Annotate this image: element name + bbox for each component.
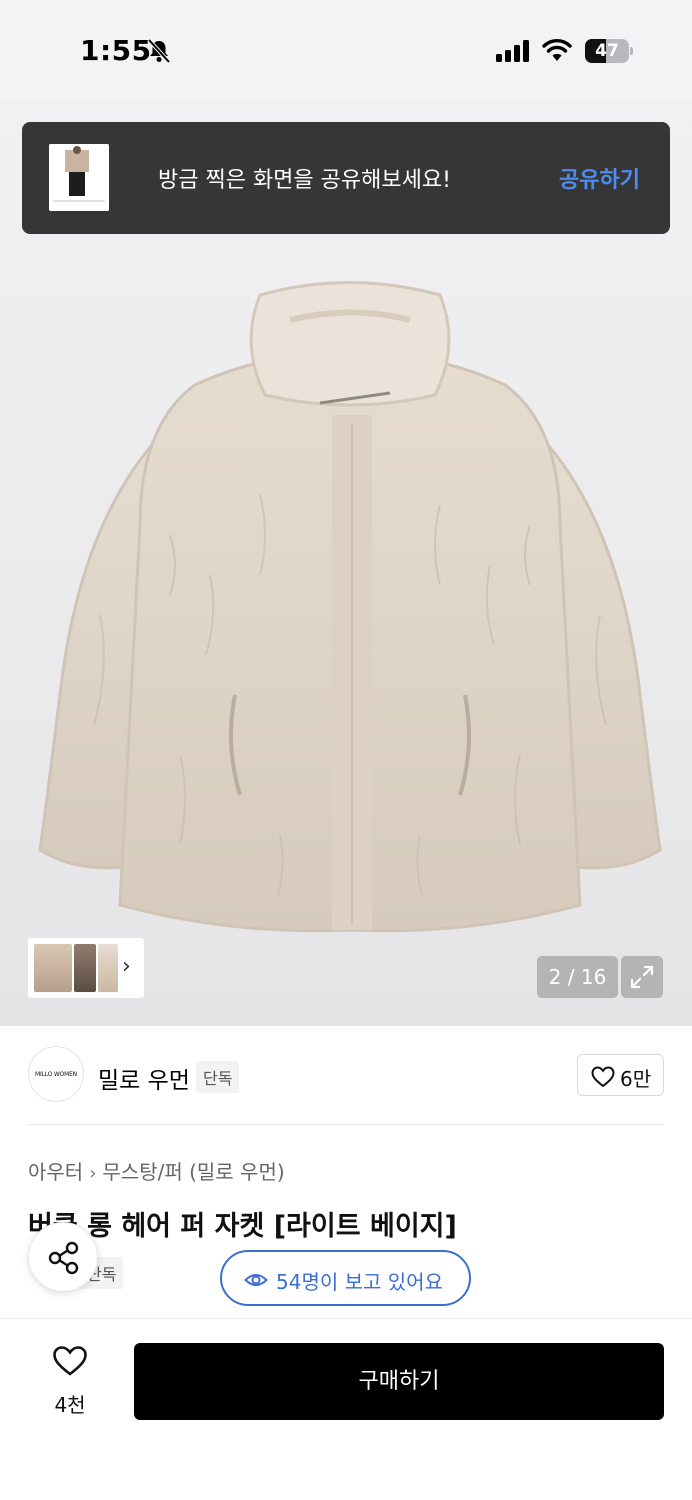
heart-outline-icon [591, 1066, 615, 1088]
status-bar: 1:55 47 [0, 0, 692, 100]
eye-icon [244, 1274, 268, 1286]
status-time: 1:55 [80, 34, 152, 67]
brand-logo[interactable]: MILLO WOMEN [28, 1046, 84, 1102]
thumbnail-3[interactable] [98, 944, 118, 992]
cellular-signal-icon [496, 40, 529, 62]
expand-icon [630, 965, 654, 989]
battery-indicator: 47 [585, 39, 633, 63]
share-button[interactable] [28, 1222, 98, 1292]
heart-outline-icon [53, 1346, 87, 1376]
chevron-right-icon: › [89, 1163, 97, 1184]
share-icon [48, 1241, 79, 1275]
thumbnail-strip[interactable]: › [28, 938, 144, 998]
bell-muted-icon [147, 38, 171, 64]
brand-like-count: 6만 [620, 1067, 652, 1091]
chevron-right-icon[interactable]: › [122, 954, 131, 979]
brand-row[interactable]: MILLO WOMEN 밀로 우먼 단독 6만 [28, 1046, 664, 1106]
exclusive-badge: 단독 [196, 1061, 240, 1093]
image-page-counter: 2 / 16 [537, 956, 618, 998]
divider [28, 1124, 664, 1125]
breadcrumb: 아우터 › 무스탕/퍼 (밀로 우먼) [28, 1156, 285, 1185]
expand-image-button[interactable] [621, 956, 663, 998]
bottom-action-bar: 4천 구매하기 [0, 1318, 692, 1500]
screenshot-thumbnail[interactable] [49, 144, 109, 211]
wishlist-button[interactable]: 4천 [40, 1345, 100, 1417]
toast-message: 방금 찍은 화면을 공유해보세요! [158, 168, 451, 193]
product-image[interactable] [20, 275, 680, 945]
viewers-text: 54명이 보고 있어요 [276, 1270, 443, 1294]
thumbnail-1[interactable] [34, 944, 72, 992]
thumbnail-2[interactable] [74, 944, 96, 992]
brand-like-button[interactable]: 6만 [577, 1054, 664, 1096]
share-now-button[interactable]: 공유하기 [559, 162, 640, 194]
breadcrumb-subcategory[interactable]: 무스탕/퍼 (밀로 우먼) [102, 1160, 284, 1184]
wifi-icon [542, 39, 572, 61]
buy-button[interactable]: 구매하기 [134, 1343, 664, 1420]
wishlist-count: 4천 [54, 1393, 86, 1417]
live-viewers-pill: 54명이 보고 있어요 [220, 1250, 471, 1306]
battery-level: 47 [595, 41, 619, 61]
breadcrumb-category[interactable]: 아우터 [28, 1160, 83, 1184]
brand-name[interactable]: 밀로 우먼 [98, 1061, 190, 1095]
share-toast: 방금 찍은 화면을 공유해보세요! 공유하기 [22, 122, 670, 234]
